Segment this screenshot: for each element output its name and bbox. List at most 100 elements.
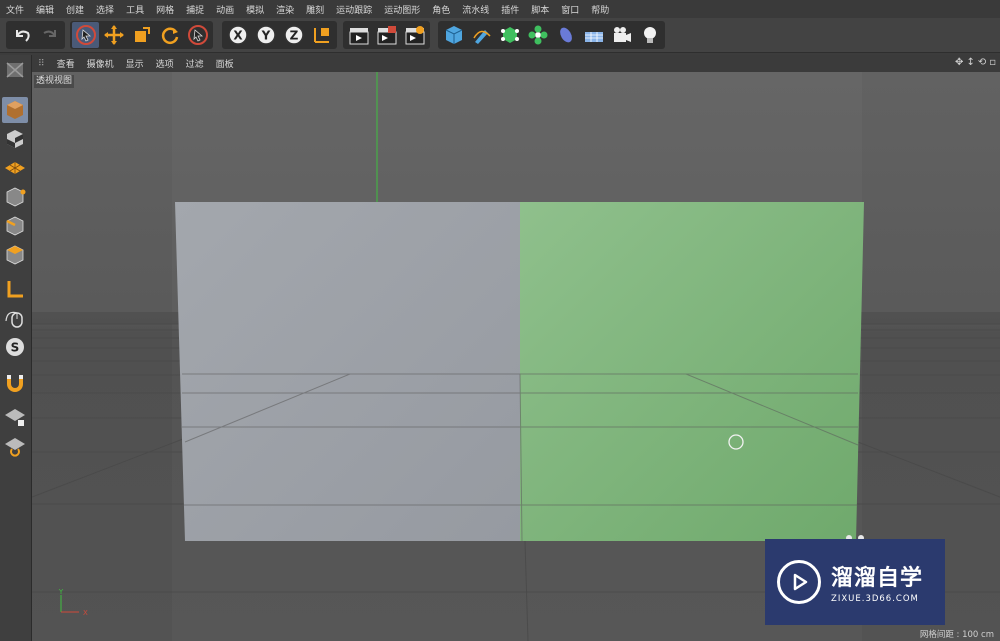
recent-tool-button[interactable] [184,22,211,48]
solo-mode-button[interactable]: S [2,334,28,360]
pan-icon[interactable]: ✥ [955,57,963,68]
model-mode-button[interactable] [2,97,28,123]
checker-cube-icon [7,130,23,148]
menu-render[interactable]: 渲染 [270,3,300,16]
axis-mode-button[interactable] [2,276,28,302]
points-cube-icon [6,187,26,207]
workplane-mode-button[interactable] [2,155,28,181]
clapper-gear-icon [405,26,424,45]
maximize-icon[interactable]: ▫ [989,57,996,68]
menu-motion-tracking[interactable]: 运动跟踪 [330,3,378,16]
rotate-icon [161,27,178,44]
render-group [343,21,430,49]
menu-help[interactable]: 帮助 [585,3,615,16]
axis-group: X Y Z [222,21,337,49]
pen-icon [472,30,491,44]
viewport-menu-panel[interactable]: 面板 [210,57,240,70]
menu-script[interactable]: 脚本 [525,3,555,16]
menu-edit[interactable]: 编辑 [30,3,60,16]
camera-button[interactable] [608,22,635,48]
snap-button[interactable] [2,369,28,395]
main-toolbar: X Y Z [0,18,1000,53]
clapper-render-icon [377,26,396,45]
menu-pipeline[interactable]: 流水线 [456,3,495,16]
play-logo-icon [777,560,821,604]
menu-file[interactable]: 文件 [0,3,30,16]
render-settings-button[interactable] [401,22,428,48]
undo-redo-group [6,21,65,49]
menu-character[interactable]: 角色 [426,3,456,16]
scale-button[interactable] [128,22,155,48]
svg-text:Z: Z [289,29,298,43]
menu-mesh[interactable]: 网格 [150,3,180,16]
cloner-button[interactable] [524,22,551,48]
menu-create[interactable]: 创建 [60,3,90,16]
menu-mograph[interactable]: 运动图形 [378,3,426,16]
live-select-button[interactable] [72,22,99,48]
menu-bar: 文件 编辑 创建 选择 工具 网格 捕捉 动画 模拟 渲染 雕刻 运动跟踪 运动… [0,0,1000,18]
y-axis-button[interactable]: Y [252,22,279,48]
deformer-button[interactable] [552,22,579,48]
edges-mode-button[interactable] [2,213,28,239]
zoom-icon[interactable]: ↕ [966,57,974,68]
viewport-menu-options[interactable]: 选项 [150,57,180,70]
cursor-circle-icon [187,25,208,45]
z-axis-button[interactable]: Z [280,22,307,48]
light-button[interactable] [636,22,663,48]
menu-select[interactable]: 选择 [90,3,120,16]
watermark-url: ZIXUE.3D66.COM [831,594,919,604]
watermark-title: 溜溜自学 [831,566,924,591]
render-view-button[interactable] [345,22,372,48]
coordinate-system-icon [313,28,329,43]
x-axis-button[interactable]: X [224,22,251,48]
make-editable-button[interactable] [2,57,28,83]
planar-workplane-button[interactable] [2,433,28,459]
svg-text:X: X [83,609,88,617]
svg-text:X: X [233,29,243,43]
polygons-mode-button[interactable] [2,242,28,268]
bend-icon [559,27,572,43]
floor-button[interactable] [580,22,607,48]
coordinate-system-button[interactable] [308,22,335,48]
menu-tools[interactable]: 工具 [120,3,150,16]
x-axis-icon: X [227,25,248,45]
subdivision-icon [500,27,519,43]
viewport-menu-filter[interactable]: 过滤 [180,57,210,70]
viewport-grip-icon: ⠿ [38,58,45,69]
viewport-menu-view[interactable]: 查看 [51,57,81,70]
clapper-icon [349,28,368,45]
render-picture-viewer-button[interactable] [373,22,400,48]
watermark-logo: 溜溜自学 ZIXUE.3D66.COM [765,539,945,625]
workplane-rotate-icon [5,438,25,457]
texture-mode-button[interactable] [2,126,28,152]
workplane-icon [5,162,25,174]
undo-button[interactable] [8,22,35,48]
menu-snap[interactable]: 捕捉 [180,3,210,16]
pen-spline-button[interactable] [468,22,495,48]
redo-button[interactable] [36,22,63,48]
lock-workplane-button[interactable] [2,404,28,430]
move-icon [103,25,124,45]
model-cube-icon [7,101,23,119]
viewport-label: 透视视图 [34,75,75,88]
subdivision-button[interactable] [496,22,523,48]
move-button[interactable] [100,22,127,48]
viewport-menu-cameras[interactable]: 摄像机 [81,57,120,70]
tweak-mode-button[interactable] [2,305,28,331]
orbit-icon[interactable]: ⟲ [978,57,986,68]
rotate-button[interactable] [156,22,183,48]
menu-sculpt[interactable]: 雕刻 [300,3,330,16]
y-axis-icon: Y [255,25,276,45]
menu-plugins[interactable]: 插件 [495,3,525,16]
menu-animate[interactable]: 动画 [210,3,240,16]
magnet-icon [7,375,23,392]
svg-text:Y: Y [260,29,270,43]
svg-text:Y: Y [58,588,64,596]
points-mode-button[interactable] [2,184,28,210]
menu-simulate[interactable]: 模拟 [240,3,270,16]
make-editable-icon [6,62,24,78]
cube-button[interactable] [440,22,467,48]
menu-window[interactable]: 窗口 [555,3,585,16]
viewport-menu-display[interactable]: 显示 [120,57,150,70]
redo-icon [43,30,56,37]
